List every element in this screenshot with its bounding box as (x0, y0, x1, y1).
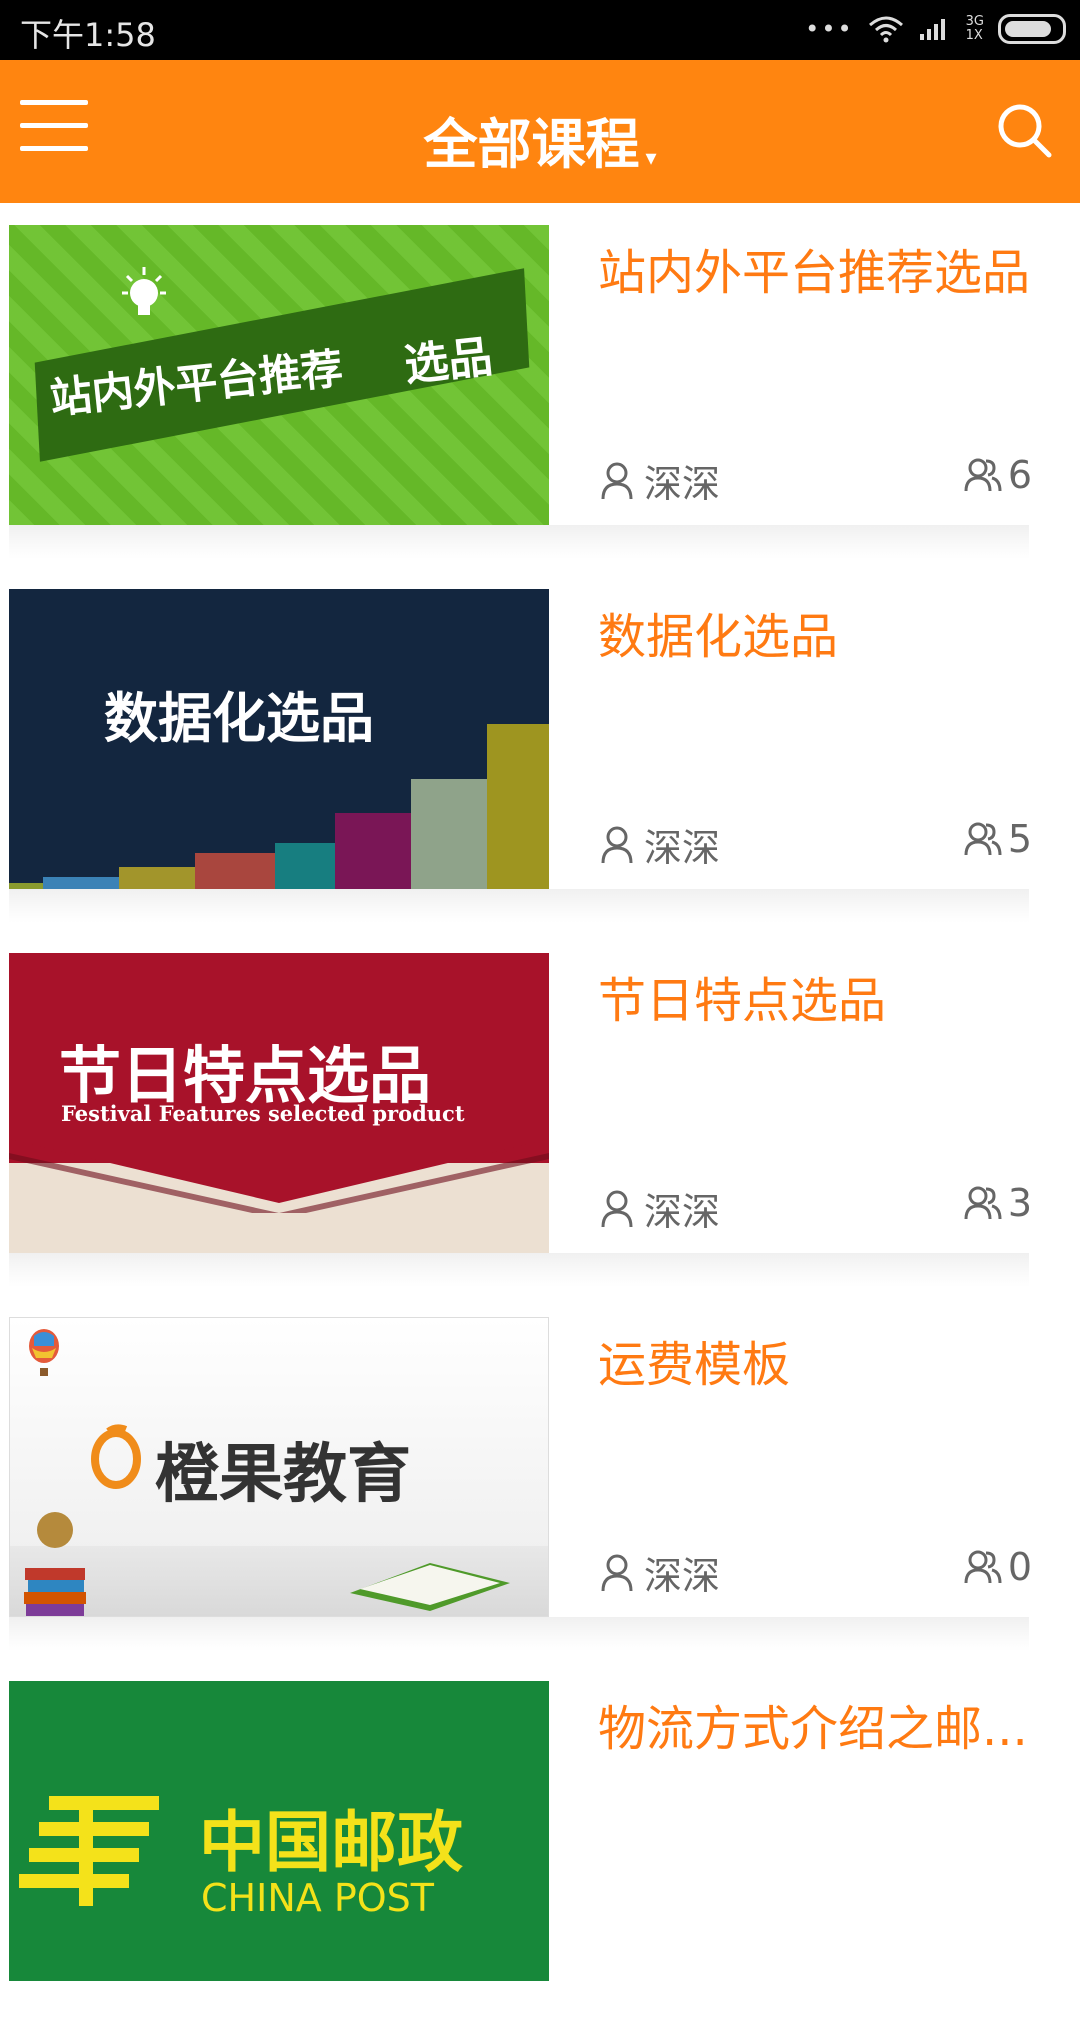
card-shadow (9, 1253, 1029, 1287)
thumbnail-text-2: 选品 (402, 331, 495, 392)
card-shadow (9, 1617, 1029, 1651)
course-card[interactable]: 节日特点选品 Festival Features selected produc… (0, 931, 1080, 1295)
category-dropdown[interactable]: 全部课程 ▾ (0, 100, 1080, 179)
course-list: 站内外平台推荐 选品 站内外平台推荐选品 深深 6 数据化选品 数据化选品 深深… (0, 203, 1080, 2023)
course-title[interactable]: 物流方式介绍之邮... (598, 1689, 1038, 1759)
course-card[interactable]: 数据化选品 数据化选品 深深 5 (0, 567, 1080, 931)
learner-count: 5 (964, 817, 1032, 861)
group-icon (964, 822, 1002, 856)
course-title[interactable]: 数据化选品 (598, 597, 1038, 667)
card-shadow (9, 525, 1029, 559)
group-icon (964, 1186, 1002, 1220)
learner-count: 6 (964, 453, 1032, 497)
course-thumbnail: 中国邮政 CHINA POST (9, 1681, 549, 1981)
person-icon (601, 1554, 633, 1591)
course-title[interactable]: 运费模板 (598, 1325, 1038, 1395)
thumbnail-subtext: Festival Features selected product (61, 1101, 465, 1126)
course-author: 深深 (600, 453, 720, 508)
course-thumbnail: 节日特点选品 Festival Features selected produc… (9, 953, 549, 1253)
group-icon (964, 458, 1002, 492)
thumbnail-subtext: CHINA POST (201, 1876, 434, 1920)
course-author: 深深 (600, 1181, 720, 1236)
books-stack-icon (24, 1512, 86, 1616)
person-icon (601, 462, 633, 499)
course-thumbnail: 橙果教育 (9, 1317, 549, 1617)
course-author: 深深 (600, 1545, 720, 1600)
status-time: 下午1:58 (20, 16, 156, 54)
thumbnail-text: 橙果教育 (155, 1438, 411, 1512)
learner-count: 0 (964, 1545, 1032, 1589)
signal-icon (919, 19, 945, 40)
chevron-down-icon: ▾ (645, 146, 657, 171)
card-shadow (9, 889, 1029, 923)
battery-icon (998, 14, 1066, 44)
notification-dots: ••• (805, 15, 854, 43)
book-icon (350, 1563, 510, 1611)
learner-count: 3 (964, 1181, 1032, 1225)
course-card[interactable]: 站内外平台推荐 选品 站内外平台推荐选品 深深 6 (0, 203, 1080, 567)
app-bar: 全部课程 ▾ (0, 60, 1080, 203)
page-title: 全部课程 (423, 113, 640, 176)
course-thumbnail: 数据化选品 (9, 589, 549, 889)
status-icons: ••• 3G 1X (805, 14, 1066, 44)
person-icon (601, 1190, 633, 1227)
course-thumbnail: 站内外平台推荐 选品 (9, 225, 549, 525)
balloon-icon (29, 1329, 59, 1376)
search-icon[interactable] (994, 100, 1054, 160)
logo-icon (91, 1424, 141, 1489)
status-bar: 下午1:58 ••• 3G 1X (0, 0, 1080, 60)
course-title[interactable]: 节日特点选品 (598, 961, 1038, 1031)
group-icon (964, 1550, 1002, 1584)
course-author: 深深 (600, 817, 720, 872)
course-card[interactable]: 中国邮政 CHINA POST 物流方式介绍之邮... (0, 1659, 1080, 2023)
thumbnail-text: 中国邮政 (199, 1804, 463, 1881)
course-card[interactable]: 橙果教育 运费模板 深深 0 (0, 1295, 1080, 1659)
wifi-icon (868, 16, 903, 43)
china-post-logo-icon (19, 1796, 159, 1906)
course-title[interactable]: 站内外平台推荐选品 (598, 233, 1038, 303)
lightbulb-icon (122, 267, 166, 315)
person-icon (601, 826, 633, 863)
network-type: 3G 1X (965, 14, 984, 43)
